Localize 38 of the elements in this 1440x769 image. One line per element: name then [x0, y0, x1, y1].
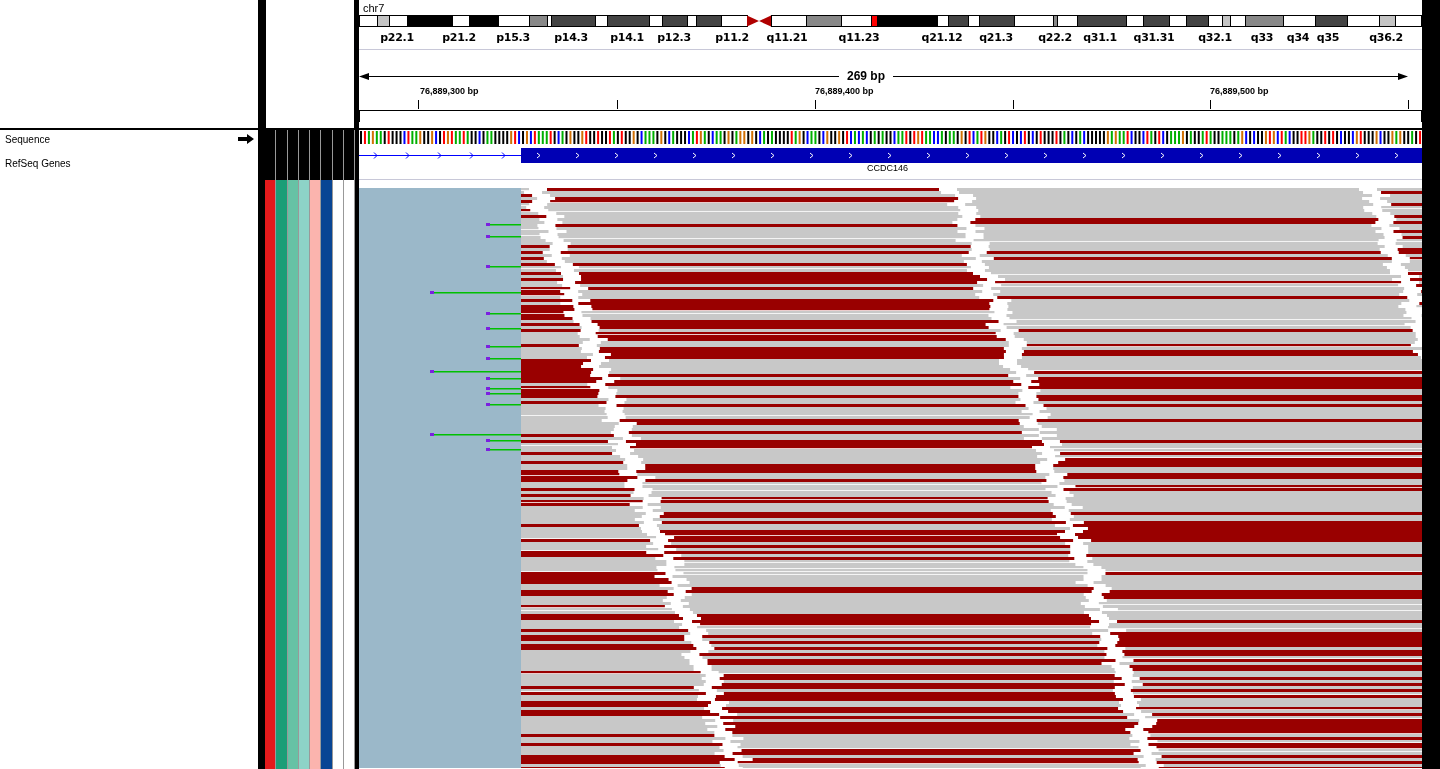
cytoband-label: p14.1 — [610, 31, 644, 44]
attribute-color-column[interactable] — [332, 180, 343, 769]
track-name[interactable]: Sequence — [5, 133, 51, 145]
attribute-color-column[interactable] — [265, 180, 276, 769]
cytoband-label: p12.3 — [657, 31, 691, 44]
cytoband-label: p21.2 — [442, 31, 476, 44]
attribute-color-column[interactable] — [298, 180, 309, 769]
chromosome-ideogram-drawing[interactable] — [359, 15, 1422, 28]
cytoband-label: q21.3 — [979, 31, 1013, 44]
gene-name: CCDC146 — [867, 163, 908, 173]
cytoband-label: q32.1 — [1198, 31, 1232, 44]
cytoband-label: q34 — [1286, 31, 1310, 44]
ruler-tick-label: 76,889,400 bp — [815, 86, 874, 96]
gene-feature-drawing[interactable] — [359, 148, 1422, 163]
cytoband-label: p14.3 — [554, 31, 588, 44]
chromosome-name: chr7 — [362, 1, 386, 15]
cytoband-label: q33 — [1250, 31, 1274, 44]
attribute-color-column[interactable] — [343, 180, 354, 769]
ruler-tick-label: 76,889,500 bp — [1210, 86, 1269, 96]
cytoband-label: q35 — [1316, 31, 1340, 44]
cytoband-label: q22.2 — [1038, 31, 1072, 44]
cytoband-label: q21.12 — [921, 31, 963, 44]
cytoband-label: p22.1 — [380, 31, 414, 44]
cytoband-label: q11.23 — [838, 31, 880, 44]
track-name[interactable]: RefSeq Genes — [5, 157, 71, 169]
cytoband-label: p15.3 — [496, 31, 530, 44]
attribute-color-column[interactable] — [276, 180, 287, 769]
cytoband-label: q31.1 — [1083, 31, 1117, 44]
cytoband-label: p11.2 — [715, 31, 749, 44]
cytoband-label: q31.31 — [1133, 31, 1175, 44]
cytoband-label: q36.2 — [1369, 31, 1403, 44]
ruler-tick-label: 76,889,300 bp — [420, 86, 479, 96]
cytoband-label: q11.21 — [766, 31, 808, 44]
attribute-color-column[interactable] — [287, 180, 298, 769]
strand-arrow-icon[interactable] — [238, 134, 254, 144]
span-length: 269 bp — [846, 69, 886, 83]
attribute-color-column[interactable] — [321, 180, 332, 769]
attribute-color-column[interactable] — [310, 180, 321, 769]
